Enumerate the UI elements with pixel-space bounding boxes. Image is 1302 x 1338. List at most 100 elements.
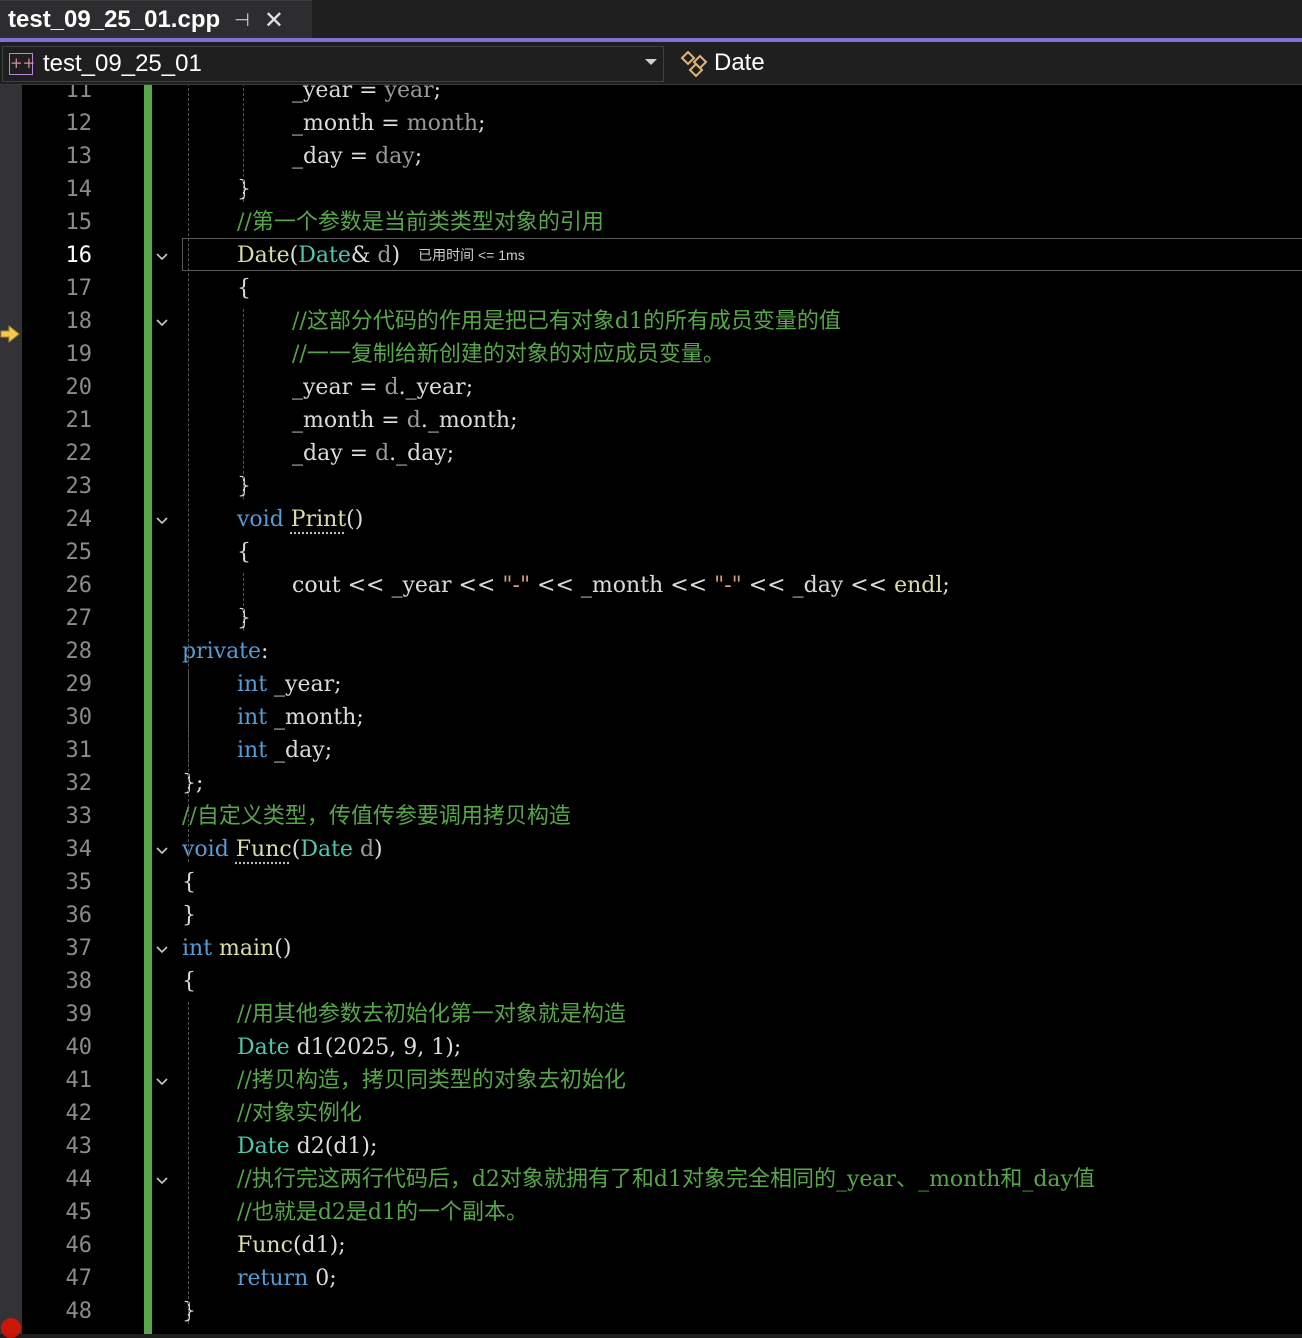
fold-chevron-icon[interactable] [155,942,169,956]
code-text: } [182,1295,196,1328]
perf-tip[interactable]: 已用时间 <= 1ms [418,247,525,263]
code-token: } [182,1299,196,1324]
code-token: Func [237,1233,293,1258]
class-icon [678,48,710,78]
breakpoint-icon[interactable] [1,1318,21,1338]
code-text: Func(d1); [237,1229,346,1262]
code-text: Date d1(2025, 9, 1); [237,1031,461,1064]
code-line[interactable]: 43 Date d2(d1); [22,1130,1302,1163]
code-line[interactable]: 29 int _year; [22,668,1302,701]
code-token: //也就是d2是d1的一个副本。 [237,1200,528,1225]
code-line[interactable]: 47 return 0; [22,1262,1302,1295]
code-token: } [237,177,251,202]
code-token [229,837,236,862]
code-line[interactable]: 40 Date d1(2025, 9, 1); [22,1031,1302,1064]
code-token: _month [292,408,374,433]
code-line[interactable]: 23} [22,470,1302,503]
code-line[interactable]: 19 //一一复制给新创建的对象的对应成员变量。 [22,338,1302,371]
chevron-down-icon[interactable] [645,59,657,65]
code-line[interactable]: 15 //第一个参数是当前类类型对象的引用 [22,206,1302,239]
code-line[interactable]: 38 { [22,965,1302,998]
line-number: 11 [22,85,92,107]
code-token: _year [292,85,352,103]
class-dropdown[interactable]: Date [674,46,1294,80]
fold-chevron-icon[interactable] [155,1074,169,1088]
code-text: } [237,602,251,635]
code-token: << [341,573,392,598]
code-line[interactable]: 26 cout << _year << "-" << _month << "-" … [22,569,1302,602]
code-line[interactable]: 20 _year = d._year; [22,371,1302,404]
fold-chevron-icon[interactable] [155,315,169,329]
code-token: : [261,639,268,664]
close-icon[interactable]: ✕ [264,6,284,34]
code-text: _month = d._month; [292,404,518,437]
code-token: { [237,540,251,565]
fold-chevron-icon[interactable] [155,843,169,857]
line-number: 37 [22,932,92,965]
line-number: 40 [22,1031,92,1064]
code-line[interactable]: 48} [22,1295,1302,1328]
code-line[interactable]: 22 _day = d._day; [22,437,1302,470]
code-line[interactable]: 45 //也就是d2是d1的一个副本。 [22,1196,1302,1229]
code-token: ; [415,144,422,169]
code-token: << [843,573,894,598]
code-token: { [182,870,196,895]
code-line[interactable]: 17 { [22,272,1302,305]
code-line[interactable]: 18 //这部分代码的作用是把已有对象d1的所有成员变量的值 [22,305,1302,338]
code-line[interactable]: 34 void Func(Date d) [22,833,1302,866]
code-line[interactable]: 24 void Print() [22,503,1302,536]
code-token: int [237,738,267,763]
code-line[interactable]: 44 //执行完这两行代码后，d2对象就拥有了和d1对象完全相同的_year、_m… [22,1163,1302,1196]
line-number: 19 [22,338,92,371]
project-dropdown[interactable]: ++ test_09_25_01 [2,46,664,82]
line-number: 17 [22,272,92,305]
code-text: //第一个参数是当前类类型对象的引用 [237,206,604,239]
fold-chevron-icon[interactable] [155,513,169,527]
code-text: int _day; [237,734,332,767]
code-line[interactable]: 16 Date(Date& d) 已用时间 <= 1ms [22,239,1302,272]
code-token: = [374,408,406,433]
code-editor[interactable]: 11 _year = year; 12 _month = month; 13 _day =… [22,85,1302,1334]
pin-icon[interactable]: ⊣ [234,10,250,31]
line-number: 28 [22,635,92,668]
editor-tab[interactable]: test_09_25_01.cpp ⊣ ✕ [0,0,312,39]
fold-chevron-icon[interactable] [155,249,169,263]
code-text: _day = d._day; [292,437,454,470]
code-text: Date d2(d1); [237,1130,377,1163]
code-line[interactable]: 13 _day = day; [22,140,1302,173]
glyph-margin[interactable] [0,85,22,1334]
code-line[interactable]: 33 //自定义类型，传值传参要调用拷贝构造 [22,800,1302,833]
code-text: { [182,866,196,899]
code-line[interactable]: 30 int _month; [22,701,1302,734]
code-token: = [343,441,375,466]
code-line[interactable]: 14} [22,173,1302,206]
code-token: ; [510,408,517,433]
code-token: = [374,111,406,136]
code-line[interactable]: 37 int main() [22,932,1302,965]
code-line[interactable]: 28 private: [22,635,1302,668]
code-token: ; [942,573,949,598]
code-line[interactable]: 36} [22,899,1302,932]
code-token: ; [466,375,473,400]
code-token: int [182,936,212,961]
code-line[interactable]: 21 _month = d._month; [22,404,1302,437]
code-token: _month [292,111,374,136]
code-text: //自定义类型，传值传参要调用拷贝构造 [182,800,571,833]
code-line[interactable]: 31 int _day; [22,734,1302,767]
code-line[interactable]: 32}; [22,767,1302,800]
code-line[interactable]: 12 _month = month; [22,107,1302,140]
code-line[interactable]: 27} [22,602,1302,635]
line-number: 26 [22,569,92,602]
code-token: _month [274,705,356,730]
code-token: void [182,837,229,862]
code-line[interactable]: 25 { [22,536,1302,569]
code-line[interactable]: 41 //拷贝构造，拷贝同类型的对象去初始化 [22,1064,1302,1097]
code-line[interactable]: 46 Func(d1); [22,1229,1302,1262]
line-number: 34 [22,833,92,866]
code-line[interactable]: 42 //对象实例化 [22,1097,1302,1130]
fold-chevron-icon[interactable] [155,1173,169,1187]
code-line[interactable]: 11 _year = year; [22,85,1302,107]
code-token: ; [434,85,441,103]
code-line[interactable]: 35 { [22,866,1302,899]
code-line[interactable]: 39 //用其他参数去初始化第一对象就是构造 [22,998,1302,1031]
